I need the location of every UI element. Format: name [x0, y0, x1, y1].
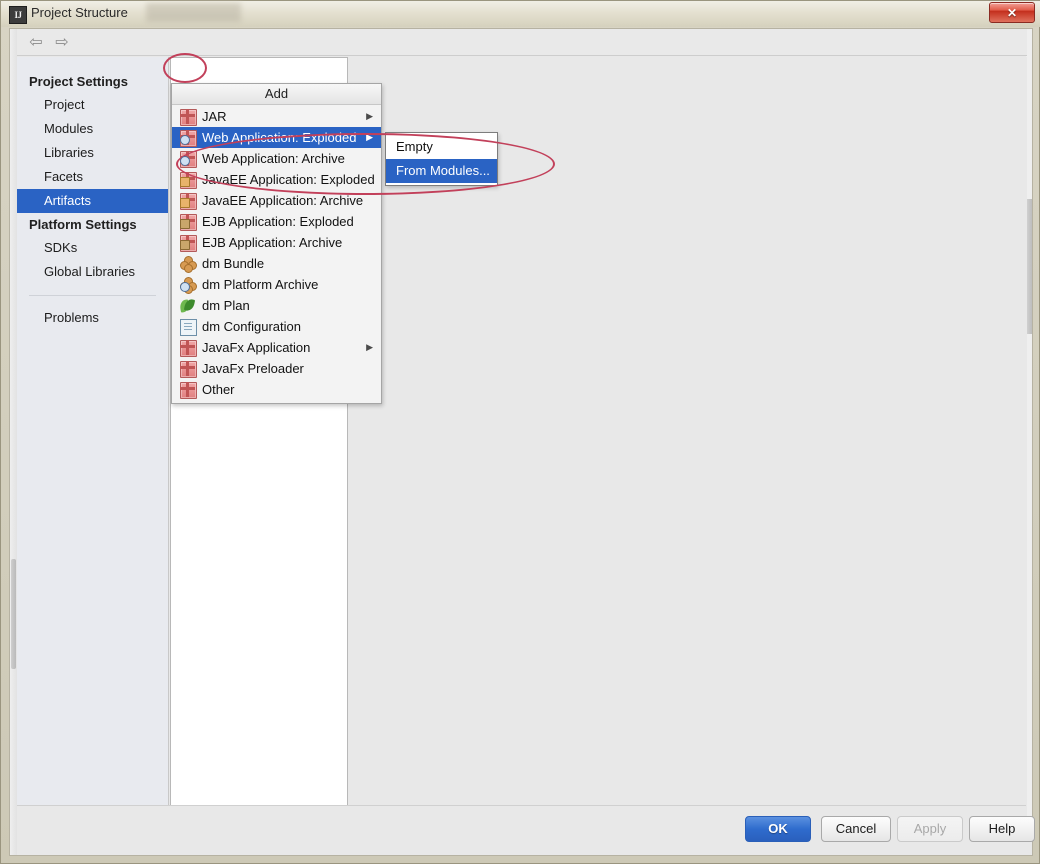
- help-button[interactable]: Help: [969, 816, 1035, 842]
- dialog-body: ⇦ ⇨ Project Settings Project Modules Librar…: [9, 28, 1035, 856]
- icon-badge: [180, 240, 190, 250]
- sidebar-item-artifacts[interactable]: Artifacts: [17, 189, 168, 213]
- sidebar-item-facets[interactable]: Facets: [17, 165, 168, 189]
- window-title: Project Structure: [31, 5, 128, 20]
- menu-header: Add: [172, 84, 381, 105]
- window-frame: IJ Project Structure ✕ ⇦ ⇨ Project Setti…: [0, 0, 1040, 864]
- menu-item-label: dm Bundle: [202, 256, 265, 271]
- dm-bundle-icon: [180, 256, 197, 273]
- close-icon[interactable]: ✕: [989, 2, 1035, 23]
- menu-item-javafx-application[interactable]: JavaFx Application ▶: [172, 337, 381, 358]
- add-artifact-menu: Add JAR ▶ Web Application: Exploded ▶ Web Ap…: [171, 83, 382, 404]
- title-bar[interactable]: IJ Project Structure ✕: [1, 1, 1040, 27]
- ok-button[interactable]: OK: [745, 816, 811, 842]
- sidebar-item-project[interactable]: Project: [17, 93, 168, 117]
- screenshot-root: IJ Project Structure ✕ ⇦ ⇨ Project Setti…: [0, 0, 1040, 864]
- icon-badge: [180, 282, 190, 292]
- sidebar-item-problems[interactable]: Problems: [17, 306, 168, 330]
- sidebar-item-global-libraries[interactable]: Global Libraries: [17, 260, 168, 284]
- menu-item-label: Web Application: Archive: [202, 151, 345, 166]
- back-arrow-icon[interactable]: ⇦: [27, 35, 45, 51]
- document-icon: [180, 319, 197, 336]
- icon-badge: [180, 135, 190, 145]
- cancel-button[interactable]: Cancel: [821, 816, 891, 842]
- artifact-icon: [180, 382, 197, 399]
- left-scrollbar[interactable]: [10, 29, 17, 855]
- chevron-right-icon: ▶: [366, 132, 373, 142]
- menu-item-label: EJB Application: Exploded: [202, 214, 354, 229]
- menu-item-label: JAR: [202, 109, 227, 124]
- icon-badge: [180, 198, 190, 208]
- menu-item-label: dm Plan: [202, 298, 250, 313]
- settings-sidebar: Project Settings Project Modules Libraries F…: [17, 57, 169, 817]
- sidebar-item-sdks[interactable]: SDKs: [17, 236, 168, 260]
- menu-item-ejb-application-exploded[interactable]: EJB Application: Exploded: [172, 211, 381, 232]
- submenu-item-from-modules[interactable]: From Modules...: [386, 159, 497, 183]
- sidebar-group-project-settings: Project Settings: [29, 74, 128, 89]
- submenu-item-empty[interactable]: Empty: [386, 135, 497, 159]
- menu-item-dm-plan[interactable]: dm Plan: [172, 295, 381, 316]
- menu-item-dm-platform-archive[interactable]: dm Platform Archive: [172, 274, 381, 295]
- apply-button: Apply: [897, 816, 963, 842]
- sidebar-divider: [29, 295, 156, 296]
- menu-item-dm-configuration[interactable]: dm Configuration: [172, 316, 381, 337]
- forward-arrow-icon[interactable]: ⇨: [53, 35, 71, 51]
- artifact-icon: [180, 109, 197, 126]
- menu-item-label: Other: [202, 382, 235, 397]
- sidebar-group-platform-settings: Platform Settings: [29, 217, 137, 232]
- menu-item-jar[interactable]: JAR ▶: [172, 106, 381, 127]
- menu-item-label: JavaFx Application: [202, 340, 311, 355]
- menu-item-javafx-preloader[interactable]: JavaFx Preloader: [172, 358, 381, 379]
- sidebar-item-libraries[interactable]: Libraries: [17, 141, 168, 165]
- menu-item-web-application-archive[interactable]: Web Application: Archive: [172, 148, 381, 169]
- menu-item-ejb-application-archive[interactable]: EJB Application: Archive: [172, 232, 381, 253]
- menu-item-javaee-application-archive[interactable]: JavaEE Application: Archive: [172, 190, 381, 211]
- artifact-icon: [180, 361, 197, 378]
- menu-item-label: JavaEE Application: Exploded: [202, 172, 375, 187]
- chevron-right-icon: ▶: [366, 111, 373, 121]
- menu-item-dm-bundle[interactable]: dm Bundle: [172, 253, 381, 274]
- menu-item-label: JavaEE Application: Archive: [202, 193, 364, 208]
- icon-badge: [180, 177, 190, 187]
- menu-item-label: Web Application: Exploded: [202, 130, 357, 145]
- icon-badge: [180, 156, 190, 166]
- dialog-button-bar: OK Cancel Apply Help: [17, 805, 1035, 854]
- menu-item-web-application-exploded[interactable]: Web Application: Exploded ▶: [172, 127, 381, 148]
- dm-plan-icon: [179, 298, 196, 313]
- app-icon: IJ: [9, 6, 27, 24]
- menu-item-label: dm Configuration: [202, 319, 301, 334]
- toolbar: ⇦ ⇨: [17, 29, 1027, 56]
- menu-item-list: JAR ▶ Web Application: Exploded ▶ Web Applic…: [172, 105, 381, 403]
- artifact-icon: [180, 340, 197, 357]
- menu-item-other[interactable]: Other: [172, 379, 381, 400]
- chevron-right-icon: ▶: [366, 342, 373, 352]
- menu-item-javaee-application-exploded[interactable]: JavaEE Application: Exploded: [172, 169, 381, 190]
- sidebar-item-modules[interactable]: Modules: [17, 117, 168, 141]
- menu-item-label: EJB Application: Archive: [202, 235, 343, 250]
- menu-item-label: JavaFx Preloader: [202, 361, 304, 376]
- title-redacted-region: [146, 3, 241, 22]
- icon-badge: [180, 219, 190, 229]
- left-scrollbar-thumb[interactable]: [11, 559, 16, 669]
- web-application-exploded-submenu: Empty From Modules...: [385, 132, 498, 186]
- menu-item-label: dm Platform Archive: [202, 277, 319, 292]
